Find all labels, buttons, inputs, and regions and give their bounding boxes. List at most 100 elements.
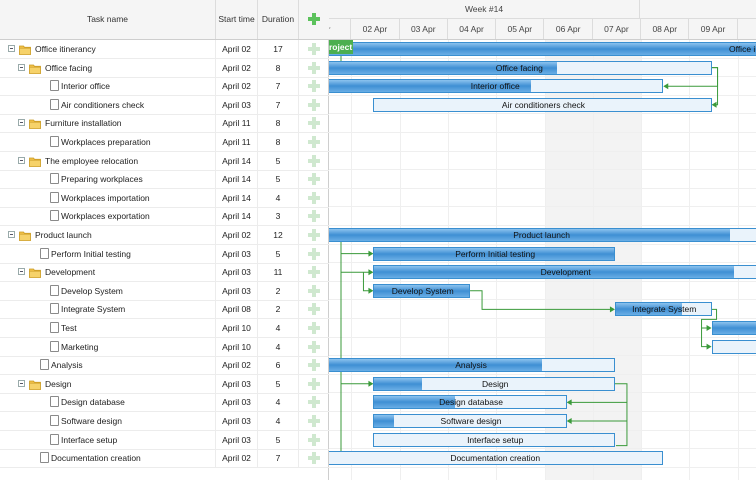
task-bar[interactable]: Design database xyxy=(373,395,567,410)
duration-cell[interactable]: 5 xyxy=(258,170,299,189)
table-row[interactable]: Workplaces preparation April 11 8 xyxy=(0,133,329,152)
collapse-toggle-icon[interactable] xyxy=(18,379,25,387)
add-subtask-button[interactable] xyxy=(299,59,329,77)
duration-cell[interactable]: 8 xyxy=(258,133,299,151)
duration-cell[interactable]: 2 xyxy=(258,281,299,300)
start-time-cell[interactable]: April 03 xyxy=(216,374,258,393)
add-subtask-button[interactable] xyxy=(299,282,329,300)
task-bar[interactable]: Integrate System xyxy=(614,302,712,317)
table-row[interactable]: Test April 10 4 xyxy=(0,319,329,338)
start-time-cell[interactable]: April 02 xyxy=(216,449,258,468)
task-bar[interactable]: Office i xyxy=(329,42,756,56)
add-subtask-button[interactable] xyxy=(299,207,329,225)
start-time-cell[interactable]: April 08 xyxy=(216,300,258,319)
duration-cell[interactable]: 3 xyxy=(258,207,299,226)
start-time-cell[interactable]: April 03 xyxy=(216,393,258,412)
task-bar[interactable]: Interface setup xyxy=(373,432,615,447)
column-header-duration[interactable]: Duration xyxy=(258,0,299,39)
add-subtask-button[interactable] xyxy=(299,319,329,337)
start-time-cell[interactable]: April 10 xyxy=(216,319,258,337)
table-row[interactable]: Development April 03 11 xyxy=(0,263,329,283)
duration-cell[interactable]: 7 xyxy=(258,95,299,114)
add-subtask-button[interactable] xyxy=(299,133,329,151)
add-subtask-button[interactable] xyxy=(299,152,329,170)
start-time-cell[interactable]: April 02 xyxy=(216,40,258,58)
table-row[interactable]: Integrate System April 08 2 xyxy=(0,300,329,320)
task-name-cell[interactable]: Integrate System xyxy=(0,300,216,319)
duration-cell[interactable]: 12 xyxy=(258,226,299,244)
duration-cell[interactable]: 6 xyxy=(258,356,299,375)
column-header-start-time[interactable]: Start time xyxy=(216,0,258,39)
add-subtask-button[interactable] xyxy=(299,356,329,374)
task-name-cell[interactable]: Workplaces exportation xyxy=(0,207,216,226)
task-name-cell[interactable]: Development xyxy=(0,263,216,282)
table-row[interactable]: Office facing April 02 8 xyxy=(0,58,329,78)
add-subtask-button[interactable] xyxy=(299,431,329,449)
add-subtask-button[interactable] xyxy=(299,226,329,244)
dependency-link[interactable] xyxy=(362,272,373,292)
collapse-toggle-icon[interactable] xyxy=(18,63,25,71)
table-row[interactable]: Interior office April 02 7 xyxy=(0,77,329,97)
start-time-cell[interactable]: April 14 xyxy=(216,151,258,170)
task-bar[interactable]: Office facing xyxy=(329,60,712,75)
add-subtask-button[interactable] xyxy=(299,40,329,58)
duration-cell[interactable]: 8 xyxy=(258,114,299,133)
duration-cell[interactable]: 17 xyxy=(258,40,299,58)
add-subtask-button[interactable] xyxy=(299,263,329,281)
duration-cell[interactable]: 4 xyxy=(258,393,299,412)
start-time-cell[interactable]: April 14 xyxy=(216,207,258,226)
table-row[interactable]: Software design April 03 4 xyxy=(0,412,329,431)
table-row[interactable]: Design April 03 5 xyxy=(0,374,329,394)
task-bar[interactable]: Perform Initial testing xyxy=(373,246,615,261)
task-bar[interactable] xyxy=(711,321,756,335)
duration-cell[interactable]: 4 xyxy=(258,412,299,430)
collapse-toggle-icon[interactable] xyxy=(8,231,15,238)
task-name-cell[interactable]: Preparing workplaces xyxy=(0,170,216,189)
start-time-cell[interactable]: April 03 xyxy=(216,281,258,300)
table-row[interactable]: Develop System April 03 2 xyxy=(0,281,329,301)
add-task-header-button[interactable] xyxy=(299,0,329,39)
table-row[interactable]: Workplaces importation April 14 4 xyxy=(0,188,329,208)
start-time-cell[interactable]: April 02 xyxy=(216,77,258,96)
start-time-cell[interactable]: April 03 xyxy=(216,412,258,430)
add-subtask-button[interactable] xyxy=(299,393,329,411)
task-name-cell[interactable]: Office itinerancy xyxy=(0,40,216,58)
start-time-cell[interactable]: April 03 xyxy=(216,244,258,263)
task-name-cell[interactable]: Workplaces preparation xyxy=(0,133,216,151)
task-name-cell[interactable]: Workplaces importation xyxy=(0,188,216,207)
duration-cell[interactable]: 11 xyxy=(258,263,299,282)
task-name-cell[interactable]: Product launch xyxy=(0,226,216,244)
add-subtask-button[interactable] xyxy=(299,449,329,467)
task-name-cell[interactable]: Interface setup xyxy=(0,430,216,449)
table-row[interactable]: Furniture installation April 11 8 xyxy=(0,114,329,134)
task-bar[interactable]: Documentation creation xyxy=(329,451,664,466)
dependency-link[interactable] xyxy=(701,328,711,348)
collapse-toggle-icon[interactable] xyxy=(18,268,25,276)
task-name-cell[interactable]: Analysis xyxy=(0,356,216,375)
task-name-cell[interactable]: Design xyxy=(0,374,216,393)
add-subtask-button[interactable] xyxy=(299,77,329,95)
task-name-cell[interactable]: Documentation creation xyxy=(0,449,216,468)
task-name-cell[interactable]: Office facing xyxy=(0,58,216,77)
table-row[interactable]: Documentation creation April 02 7 xyxy=(0,449,329,469)
add-subtask-button[interactable] xyxy=(299,245,329,263)
start-time-cell[interactable]: April 03 xyxy=(216,430,258,449)
table-row[interactable]: Analysis April 02 6 xyxy=(0,356,329,376)
table-row[interactable]: Interface setup April 03 5 xyxy=(0,430,329,450)
task-bar[interactable]: Interior office xyxy=(329,79,664,94)
add-subtask-button[interactable] xyxy=(299,375,329,393)
collapse-toggle-icon[interactable] xyxy=(18,156,25,164)
task-name-cell[interactable]: The employee relocation xyxy=(0,151,216,170)
task-name-cell[interactable]: Perform Initial testing xyxy=(0,244,216,263)
task-name-cell[interactable]: Develop System xyxy=(0,281,216,300)
start-time-cell[interactable]: April 11 xyxy=(216,133,258,151)
duration-cell[interactable]: 7 xyxy=(258,77,299,96)
task-bar[interactable]: Analysis xyxy=(329,358,615,373)
duration-cell[interactable]: 2 xyxy=(258,300,299,319)
table-row[interactable]: Product launch April 02 12 xyxy=(0,226,329,245)
task-bar[interactable]: Design xyxy=(373,376,615,391)
add-subtask-button[interactable] xyxy=(299,412,329,430)
add-subtask-button[interactable] xyxy=(299,114,329,132)
milestone-marker[interactable]: roject xyxy=(329,40,353,54)
task-name-cell[interactable]: Software design xyxy=(0,412,216,430)
